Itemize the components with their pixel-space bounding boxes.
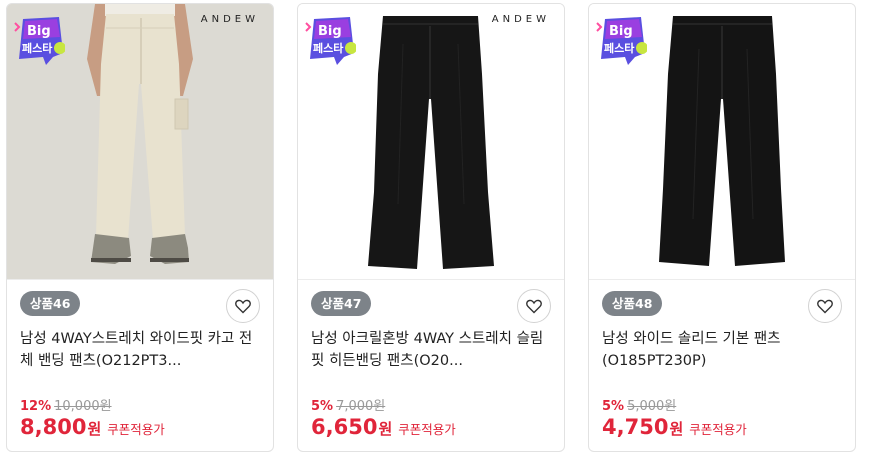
discount-rate: 5%	[602, 399, 625, 414]
heart-icon	[235, 299, 251, 313]
price-area: 5% 7,000원 6,650원 쿠폰적용가	[311, 395, 456, 439]
product-title[interactable]: 남성 와이드 솔리드 기본 팬츠(O185PT230P)	[602, 328, 840, 372]
sale-price: 6,650	[311, 415, 378, 439]
heart-icon	[817, 299, 833, 313]
badge-line2: 페스타	[22, 41, 53, 55]
price-unit: 원	[87, 420, 102, 438]
original-price: 7,000원	[336, 399, 386, 414]
product-card[interactable]: Big 페스타 상품48 남성 와이드 솔리드 기본 팬츠(O185PT230P…	[588, 3, 856, 452]
badge-line1: Big	[609, 24, 633, 39]
product-image[interactable]: ANDEW Big 페스타	[7, 4, 273, 279]
original-price: 10,000원	[54, 399, 112, 414]
price-unit: 원	[378, 420, 393, 438]
product-image[interactable]: ANDEW Big 페스타	[298, 4, 564, 279]
product-title[interactable]: 남성 아크릴혼방 4WAY 스트레치 슬림핏 히든밴딩 팬츠(O20...	[311, 328, 549, 372]
badge-line2: 페스타	[313, 41, 344, 55]
brand-logo: ANDEW	[200, 14, 259, 25]
big-festa-badge: Big 페스타	[14, 17, 65, 65]
wishlist-button[interactable]	[226, 289, 260, 323]
badge-line1: Big	[318, 24, 342, 39]
product-card[interactable]: ANDEW Big 페스타 상품47 남성 아크릴혼방 4WAY 스트레치 슬림…	[297, 3, 565, 452]
original-price: 5,000원	[627, 399, 677, 414]
coupon-label: 쿠폰적용가	[689, 422, 747, 437]
coupon-label: 쿠폰적용가	[398, 422, 456, 437]
product-image[interactable]: Big 페스타	[589, 4, 855, 279]
wishlist-button[interactable]	[517, 289, 551, 323]
big-festa-badge: Big 페스타	[596, 17, 647, 65]
brand-logo: ANDEW	[491, 14, 550, 25]
price-area: 12% 10,000원 8,800원 쿠폰적용가	[20, 395, 165, 439]
badge-line2: 페스타	[604, 41, 635, 55]
wishlist-button[interactable]	[808, 289, 842, 323]
divider	[589, 279, 855, 280]
heart-icon	[526, 299, 542, 313]
big-festa-badge: Big 페스타	[305, 17, 356, 65]
divider	[298, 279, 564, 280]
rank-badge: 상품46	[20, 291, 81, 316]
discount-rate: 5%	[311, 399, 334, 414]
price-area: 5% 5,000원 4,750원 쿠폰적용가	[602, 395, 747, 439]
discount-rate: 12%	[20, 399, 52, 414]
sale-price: 8,800	[20, 415, 87, 439]
rank-badge: 상품48	[602, 291, 663, 316]
sale-price: 4,750	[602, 415, 669, 439]
price-unit: 원	[669, 420, 684, 438]
coupon-label: 쿠폰적용가	[107, 422, 165, 437]
product-title[interactable]: 남성 4WAY스트레치 와이드핏 카고 전체 밴딩 팬츠(O212PT3...	[20, 328, 258, 372]
divider	[7, 279, 273, 280]
product-card[interactable]: ANDEW Big 페스타 상품46 남성 4WAY스트레치 와이드핏 카고 전…	[6, 3, 274, 452]
rank-badge: 상품47	[311, 291, 372, 316]
badge-line1: Big	[27, 24, 51, 39]
